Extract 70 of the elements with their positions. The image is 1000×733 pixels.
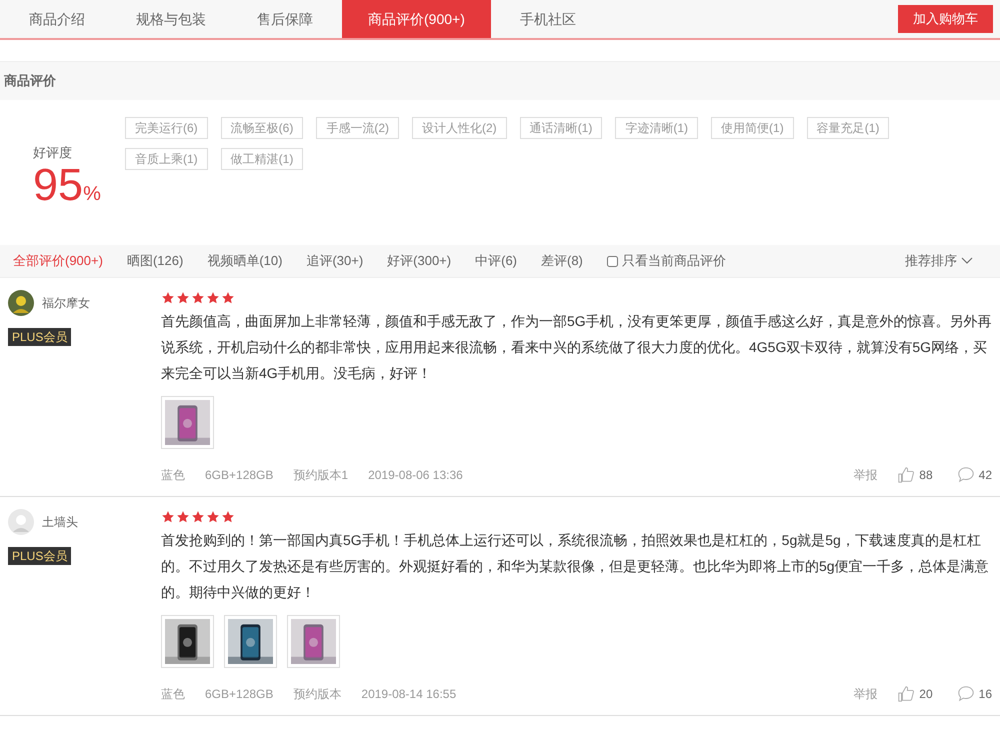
filter-tab[interactable]: 中评(6): [475, 251, 517, 271]
order-info: 预约版本: [293, 686, 342, 703]
checkbox-label[interactable]: 只看当前商品评价: [622, 251, 726, 271]
photo-thumbnail[interactable]: [287, 615, 340, 668]
user-name: 福尔摩女: [42, 295, 90, 312]
order-info: 6GB+128GB: [205, 686, 274, 703]
star-icon: [176, 291, 190, 305]
photo-thumbnail[interactable]: [224, 615, 277, 668]
filter-tab[interactable]: 追评(30+): [306, 251, 364, 271]
filter-tab[interactable]: 差评(8): [541, 251, 583, 271]
rating-label: 好评度: [33, 144, 73, 162]
tab[interactable]: 商品评价(900+): [342, 0, 491, 38]
member-badge: PLUS会员: [8, 328, 72, 346]
tab[interactable]: 手机社区: [490, 0, 605, 38]
report-link[interactable]: 举报: [853, 466, 878, 484]
photo-thumbnail[interactable]: [161, 396, 214, 449]
user-name: 土墙头: [42, 514, 78, 531]
tag[interactable]: 做工精湛(1): [220, 148, 304, 170]
comment-icon[interactable]: [956, 685, 975, 703]
comment-icon[interactable]: [956, 466, 975, 484]
like-count: 88: [919, 467, 933, 484]
tag[interactable]: 完美运行(6): [125, 117, 208, 139]
add-to-cart-button[interactable]: 加入购物车: [898, 5, 993, 33]
thumbs-up-icon[interactable]: [897, 466, 916, 484]
section-title: 商品评价: [4, 72, 56, 90]
tag[interactable]: 通话清晰(1): [520, 117, 602, 139]
tag[interactable]: 使用简便(1): [711, 117, 794, 139]
tag[interactable]: 流畅至极(6): [220, 117, 304, 139]
star-icon: [206, 510, 220, 524]
star-icon: [221, 291, 235, 305]
star-icon: [161, 291, 175, 305]
star-icon: [161, 510, 175, 524]
comment-count: 42: [978, 467, 992, 484]
comment-count: 16: [978, 686, 992, 703]
tag[interactable]: 手感一流(2): [316, 117, 400, 139]
filter-tab[interactable]: 全部评价(900+): [13, 251, 103, 271]
filter-tab[interactable]: 好评(300+): [387, 251, 452, 271]
tag[interactable]: 字迹清晰(1): [615, 117, 698, 139]
member-badge: PLUS会员: [8, 547, 72, 565]
avatar-icon: [8, 290, 34, 316]
order-info: 2019-08-14 16:55: [361, 686, 456, 703]
order-info: 蓝色: [161, 467, 185, 484]
checkbox[interactable]: [606, 256, 618, 266]
report-link[interactable]: 举报: [853, 685, 878, 703]
photo-thumbnail[interactable]: [161, 615, 214, 668]
tab[interactable]: 规格与包装: [114, 0, 228, 38]
filter-tab[interactable]: 视频晒单(10): [207, 251, 282, 271]
filter-tab[interactable]: 晒图(126): [126, 251, 184, 271]
order-info: 预约版本1: [293, 467, 348, 484]
review-text: 首先颜值高，曲面屏加上非常轻薄，颜值和手感无敌了，作为一部5G手机，没有更笨更厚，颜值手感这么好，真是意外的惊喜。另外再说系统，开机启动什么的都非常快，应用用起来很流畅，看来中兴的系统做了很大力度的优化。4G5G双卡双待，就算没有5G网络，买来完全可以当新4G手机用。没毛病，好评！: [161, 312, 992, 383]
star-icon: [206, 291, 220, 305]
like-count: 20: [919, 686, 933, 703]
order-info: 6GB+128GB: [205, 467, 274, 484]
order-info: 2019-08-06 13:36: [368, 467, 463, 484]
star-icon: [176, 510, 190, 524]
tag[interactable]: 设计人性化(2): [412, 117, 507, 139]
chevron-down-icon: [961, 257, 973, 265]
tag[interactable]: 音质上乘(1): [125, 148, 208, 170]
avatar-icon: [8, 509, 34, 535]
sort-dropdown[interactable]: 推荐排序: [905, 251, 973, 271]
thumbs-up-icon[interactable]: [897, 685, 916, 703]
tag[interactable]: 容量充足(1): [806, 117, 890, 139]
star-icon: [191, 291, 205, 305]
order-info: 蓝色: [161, 686, 185, 703]
tab[interactable]: 售后保障: [228, 0, 342, 38]
star-icon: [221, 510, 235, 524]
rating-percentage: 95%: [33, 162, 102, 212]
star-icon: [191, 510, 205, 524]
review-text: 首发抢购到的！第一部国内真5G手机！手机总体上运行还可以，系统很流畅，拍照效果也是杠杠的，5g就是5g，下载速度真的是杠杠的。不过用久了发热还是有些厉害的。外观挺好看的，和华为某款很像，但是更轻薄。也比华为即将上市的5g便宜一千多，总体是满意的。期待中兴做的更好！: [161, 531, 990, 602]
tab[interactable]: 商品介绍: [0, 0, 114, 38]
